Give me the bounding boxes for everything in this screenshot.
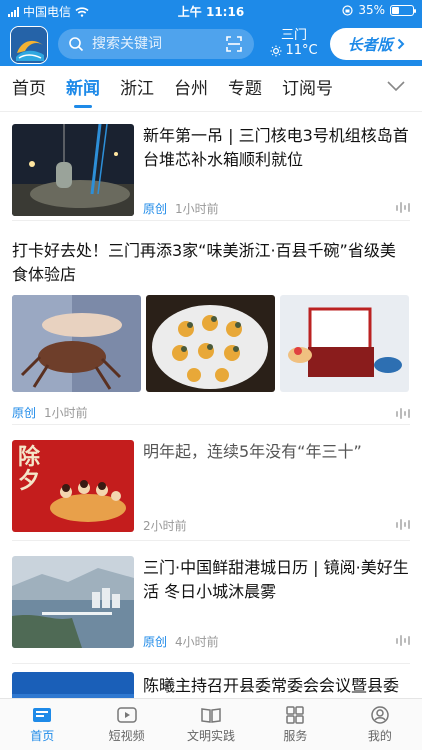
nav-services[interactable]: 服务 xyxy=(253,699,337,750)
audio-wave-icon[interactable] xyxy=(396,519,410,530)
chevron-right-icon xyxy=(397,38,404,50)
news-photo xyxy=(12,295,141,392)
tab-zhejiang[interactable]: 浙江 xyxy=(110,66,164,112)
list-item[interactable]: 除夕 明年起，连续5年没有“年三十” 2小时前 xyxy=(12,425,410,541)
list-item[interactable]: 新年第一吊 | 三门核电3号机组核岛首台堆芯补水箱顺利就位 原创 1小时前 xyxy=(12,112,410,221)
grid-icon xyxy=(286,706,305,724)
nav-label: 文明实践 xyxy=(187,729,236,743)
nav-label: 服务 xyxy=(283,729,308,743)
open-book-icon xyxy=(201,708,221,723)
audio-wave-icon[interactable] xyxy=(396,202,410,213)
list-item[interactable]: 陈曦主持召开县委常委会会议暨县委 xyxy=(12,664,410,698)
news-title[interactable]: 打卡好去处！三门再添3家“味美浙江·百县千碗”省级美食体验店 xyxy=(12,239,410,287)
sun-icon xyxy=(270,45,282,56)
user-icon xyxy=(371,706,389,724)
tab-taizhou[interactable]: 台州 xyxy=(164,66,218,112)
nav-short-video[interactable]: 短视频 xyxy=(84,699,168,750)
audio-wave-icon[interactable] xyxy=(396,635,410,646)
app-logo-icon[interactable] xyxy=(10,26,48,64)
weather-temperature: 11°C xyxy=(285,43,318,58)
news-photo xyxy=(146,295,275,392)
news-time: 1小时前 xyxy=(44,406,88,420)
news-title[interactable]: 陈曦主持召开县委常委会会议暨县委 xyxy=(143,674,410,698)
news-time: 1小时前 xyxy=(175,202,219,216)
nav-civilization-practice[interactable]: 文明实践 xyxy=(169,699,253,750)
news-time: 2小时前 xyxy=(143,519,187,533)
nav-home[interactable]: 首页 xyxy=(0,699,84,750)
tab-news[interactable]: 新闻 xyxy=(56,66,110,112)
elder-mode-label: 长者版 xyxy=(347,35,393,54)
nav-label: 我的 xyxy=(367,729,392,743)
news-source: 原创 xyxy=(143,202,168,216)
news-thumbnail: 除夕 xyxy=(12,440,134,532)
list-item[interactable]: 打卡好去处！三门再添3家“味美浙江·百县千碗”省级美食体验店 原创 1小时前 xyxy=(12,221,410,425)
search-box[interactable] xyxy=(58,29,254,59)
news-title[interactable]: 三门·中国鲜甜港城日历 | 镜阅·美好生活 冬日小城沐晨雾 xyxy=(143,556,410,604)
news-source: 原创 xyxy=(143,635,168,649)
list-item[interactable]: 三门·中国鲜甜港城日历 | 镜阅·美好生活 冬日小城沐晨雾 原创 4小时前 xyxy=(12,541,410,664)
chevron-down-icon[interactable] xyxy=(386,80,406,92)
news-thumbnail xyxy=(12,556,134,648)
news-feed: 新年第一吊 | 三门核电3号机组核岛首台堆芯补水箱顺利就位 原创 1小时前 打卡… xyxy=(0,112,422,698)
video-play-icon xyxy=(116,707,137,723)
status-bar: 中国电信 上午 11:16 35% xyxy=(0,0,422,22)
battery-icon xyxy=(390,4,416,16)
news-thumbnail xyxy=(12,672,134,698)
news-title[interactable]: 新年第一吊 | 三门核电3号机组核岛首台堆芯补水箱顺利就位 xyxy=(143,124,410,172)
tab-topics[interactable]: 专题 xyxy=(218,66,272,112)
bottom-nav: 首页 短视频 文明实践 服务 我的 xyxy=(0,698,422,750)
weather-city: 三门 xyxy=(280,28,307,43)
scan-icon[interactable] xyxy=(226,36,242,52)
tab-home[interactable]: 首页 xyxy=(0,66,56,112)
thumbnail-text: 除夕 xyxy=(18,445,41,494)
channel-tabs: 首页 新闻 浙江 台州 专题 订阅号 xyxy=(0,66,422,112)
nav-label: 短视频 xyxy=(108,729,145,743)
weather-widget[interactable]: 三门 11°C xyxy=(266,24,322,58)
search-input[interactable] xyxy=(92,36,212,52)
orientation-lock-icon xyxy=(342,4,353,16)
news-thumbnail xyxy=(12,124,134,216)
nav-label: 首页 xyxy=(30,729,55,743)
app-header: 中国电信 上午 11:16 35% 三门 1 xyxy=(0,0,422,66)
news-source: 原创 xyxy=(12,406,37,420)
search-icon xyxy=(69,37,84,52)
battery-percent: 35% xyxy=(358,3,385,17)
news-home-icon xyxy=(33,708,52,722)
tab-subscriptions[interactable]: 订阅号 xyxy=(272,66,343,112)
news-title[interactable]: 明年起，连续5年没有“年三十” xyxy=(143,440,410,464)
elder-mode-button[interactable]: 长者版 xyxy=(330,28,422,60)
news-time: 4小时前 xyxy=(175,635,219,649)
nav-profile[interactable]: 我的 xyxy=(338,699,422,750)
news-photo xyxy=(280,295,409,392)
audio-wave-icon[interactable] xyxy=(396,408,410,419)
